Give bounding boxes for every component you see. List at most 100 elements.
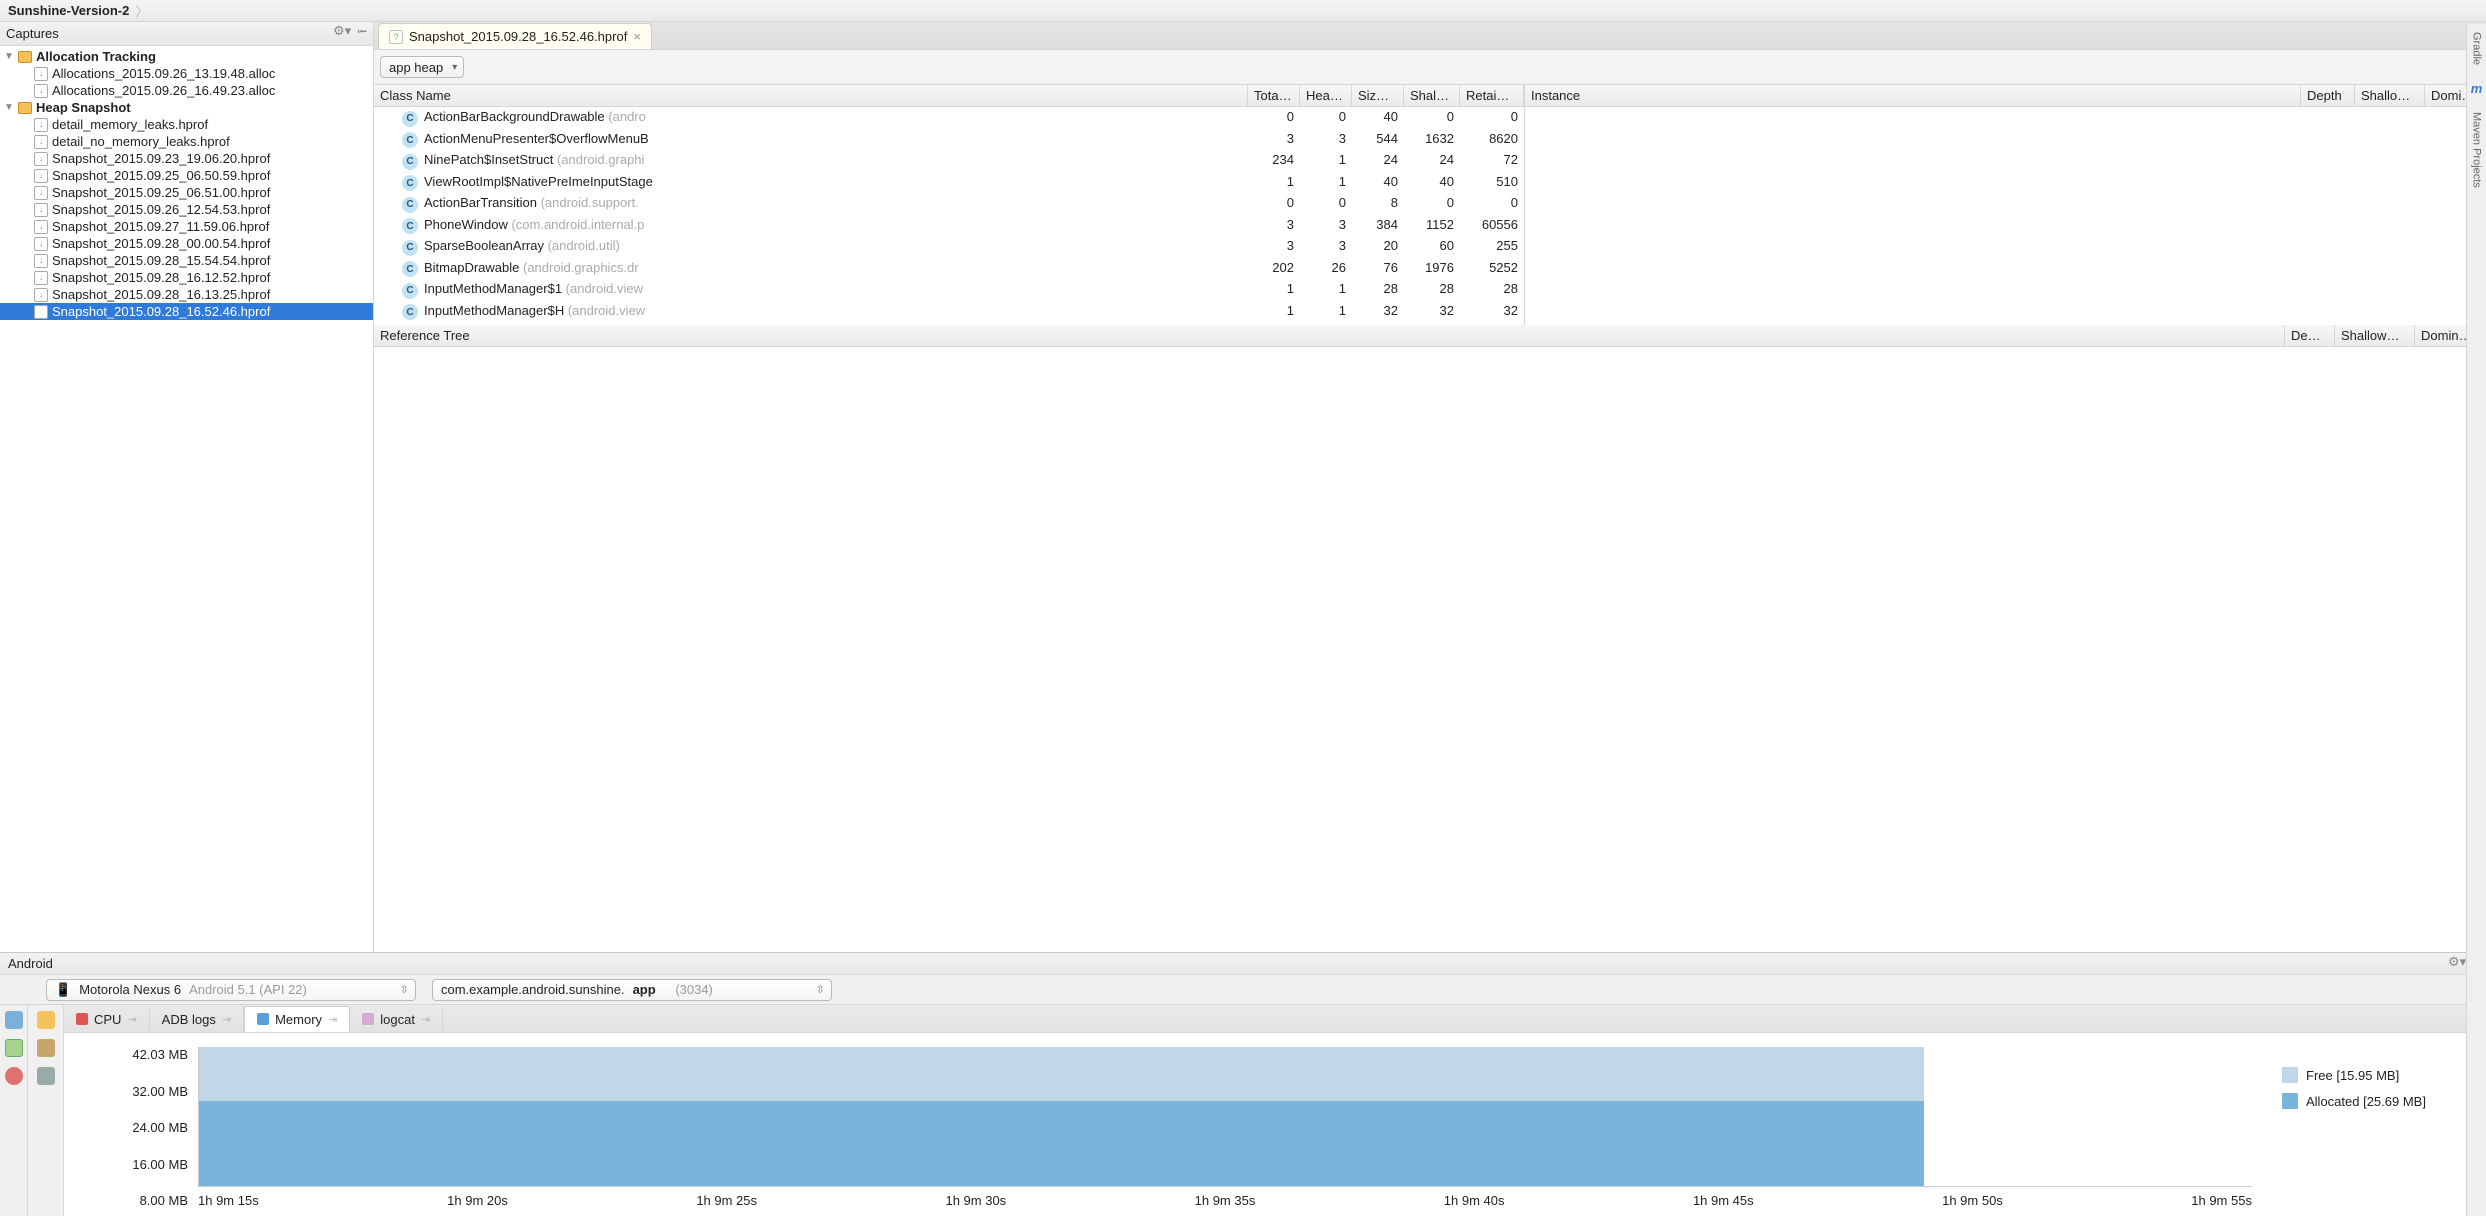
screenshot-icon[interactable]	[5, 1011, 23, 1029]
gear-icon[interactable]: ⚙▾	[2448, 954, 2466, 969]
pin-icon[interactable]: ⇥	[421, 1013, 430, 1026]
captures-panel: Captures ⚙▾ ⭰ ▼Allocation Tracking↓Alloc…	[0, 22, 374, 952]
disclosure-triangle-icon: ▼	[4, 102, 14, 113]
class-table-header[interactable]: Shal…	[1404, 85, 1460, 106]
class-row[interactable]: CNinePatch$InsetStruct (android.graphi23…	[374, 150, 1524, 172]
tree-item[interactable]: ↓Allocations_2015.09.26_16.49.23.alloc	[0, 82, 373, 99]
tree-item[interactable]: ↓Snapshot_2015.09.28_16.12.52.hprof	[0, 269, 373, 286]
right-tool-rail: Gradle m Maven Projects	[2466, 24, 2486, 1216]
tree-item[interactable]: ↓Snapshot_2015.09.26_12.54.53.hprof	[0, 201, 373, 218]
capture-file-icon: ↓	[34, 84, 48, 98]
tree-item[interactable]: ↓Snapshot_2015.09.28_15.54.54.hprof	[0, 252, 373, 269]
device-name: Motorola Nexus 6	[79, 982, 181, 997]
tree-item[interactable]: ↓Allocations_2015.09.26_13.19.48.alloc	[0, 65, 373, 82]
close-tab-icon[interactable]: ×	[633, 29, 641, 44]
monitor-tab-cpu[interactable]: CPU ⇥	[64, 1006, 150, 1032]
editor-area: ? Snapshot_2015.09.28_16.52.46.hprof × a…	[374, 22, 2486, 952]
tree-item[interactable]: ↓Snapshot_2015.09.28_16.52.46.hprof	[0, 303, 373, 320]
heap-selector[interactable]: app heap	[380, 56, 464, 78]
folder-icon	[18, 102, 32, 114]
class-row[interactable]: CInputMethodManager$H (android.view11323…	[374, 301, 1524, 323]
layout-inspector-icon[interactable]	[5, 1039, 23, 1057]
monitor-tab-memory[interactable]: Memory ⇥	[244, 1006, 350, 1032]
class-row[interactable]: CSparseBooleanArray (android.util)332060…	[374, 236, 1524, 258]
heap-selector-value: app heap	[389, 60, 443, 75]
class-table-header[interactable]: Tota…	[1248, 85, 1300, 106]
tree-item[interactable]: ↓Snapshot_2015.09.27_11.59.06.hprof	[0, 218, 373, 235]
class-row[interactable]: CActionMenuPresenter$OverflowMenuB 33544…	[374, 129, 1524, 151]
class-type-icon: C	[402, 261, 418, 277]
class-type-icon: C	[402, 111, 418, 127]
monitor-tab-adb-logs[interactable]: ADB logs ⇥	[150, 1006, 244, 1032]
file-type-icon: ?	[389, 30, 403, 44]
folder-icon	[18, 51, 32, 63]
instance-table-header[interactable]: Instance	[1525, 85, 2301, 106]
dump-java-heap-icon[interactable]	[37, 1039, 55, 1057]
class-table-header[interactable]: Siz…	[1352, 85, 1404, 106]
class-table: Class NameTota…Hea…Siz…Shal…Retai… CActi…	[374, 85, 1525, 325]
hide-panel-icon[interactable]: ⭰	[357, 23, 367, 45]
capture-file-icon: ↓	[34, 254, 48, 268]
capture-file-icon: ↓	[34, 118, 48, 132]
gear-icon[interactable]: ⚙▾	[333, 23, 351, 45]
captures-panel-header: Captures ⚙▾ ⭰	[0, 22, 373, 46]
monitor-tab-icon	[76, 1013, 88, 1025]
breadcrumb-project[interactable]: Sunshine-Version-2	[8, 3, 129, 18]
tree-item[interactable]: ↓detail_memory_leaks.hprof	[0, 116, 373, 133]
editor-tab[interactable]: ? Snapshot_2015.09.28_16.52.46.hprof ×	[378, 23, 652, 49]
editor-tab-label: Snapshot_2015.09.28_16.52.46.hprof	[409, 29, 627, 44]
capture-file-icon: ↓	[34, 271, 48, 285]
ref-tree-header[interactable]: De…	[2285, 325, 2335, 346]
monitor-tab-icon	[257, 1013, 269, 1025]
class-table-header[interactable]: Class Name	[374, 85, 1248, 106]
captures-tree: ▼Allocation Tracking↓Allocations_2015.09…	[0, 46, 373, 952]
device-icon: 📱	[55, 982, 71, 998]
instance-table: InstanceDepthShallo…Domi…	[1525, 85, 2486, 325]
x-tick: 1h 9m 30s	[945, 1193, 1006, 1208]
tree-item[interactable]: ↓Snapshot_2015.09.23_19.06.20.hprof	[0, 150, 373, 167]
reference-tree-table: Reference TreeDe…Shallow…Domin…	[374, 325, 2486, 952]
pin-icon[interactable]: ⇥	[127, 1013, 136, 1026]
maven-tool-button[interactable]: Maven Projects	[2471, 112, 2483, 188]
tree-group-header[interactable]: ▼Allocation Tracking	[0, 48, 373, 65]
tree-item[interactable]: ↓Snapshot_2015.09.28_16.13.25.hprof	[0, 286, 373, 303]
capture-file-icon: ↓	[34, 152, 48, 166]
legend-alloc-swatch	[2282, 1093, 2298, 1109]
instance-table-header[interactable]: Depth	[2301, 85, 2355, 106]
tree-group-header[interactable]: ▼Heap Snapshot	[0, 99, 373, 116]
allocation-tracking-icon[interactable]	[37, 1067, 55, 1085]
chart-allocated-area	[199, 1101, 1924, 1186]
gradle-tool-button[interactable]: Gradle	[2471, 32, 2483, 65]
class-row[interactable]: CBitmapDrawable (android.graphics.dr2022…	[374, 258, 1524, 280]
tree-item[interactable]: ↓Snapshot_2015.09.25_06.51.00.hprof	[0, 184, 373, 201]
legend-free: Free [15.95 MB]	[2282, 1067, 2472, 1083]
x-tick: 1h 9m 55s	[2191, 1193, 2252, 1208]
class-row[interactable]: CActionBarBackgroundDrawable (andro00400…	[374, 107, 1524, 129]
class-row[interactable]: CInputMethodManager$1 (android.view11282…	[374, 279, 1524, 301]
class-row[interactable]: CActionBarTransition (android.support.00…	[374, 193, 1524, 215]
captures-title: Captures	[6, 26, 59, 41]
class-row[interactable]: CViewRootImpl$NativePreImeInputStage 114…	[374, 172, 1524, 194]
class-table-header[interactable]: Hea…	[1300, 85, 1352, 106]
pin-icon[interactable]: ⇥	[328, 1013, 337, 1026]
class-table-header[interactable]: Retai…	[1460, 85, 1524, 106]
ref-tree-header[interactable]: Reference Tree	[374, 325, 2285, 346]
x-tick: 1h 9m 25s	[696, 1193, 757, 1208]
ref-tree-header[interactable]: Shallow…	[2335, 325, 2415, 346]
capture-file-icon: ↓	[34, 135, 48, 149]
class-row[interactable]: CPhoneWindow (com.android.internal.p3338…	[374, 215, 1524, 237]
x-tick: 1h 9m 35s	[1195, 1193, 1256, 1208]
tree-item[interactable]: ↓detail_no_memory_leaks.hprof	[0, 133, 373, 150]
tree-item[interactable]: ↓Snapshot_2015.09.25_06.50.59.hprof	[0, 167, 373, 184]
breadcrumb-separator-icon: 〉	[135, 1, 148, 20]
terminate-icon[interactable]	[5, 1067, 23, 1085]
process-selector[interactable]: com.example.android.sunshine.app (3034)	[432, 979, 832, 1001]
device-selector[interactable]: 📱 Motorola Nexus 6 Android 5.1 (API 22)	[46, 979, 416, 1001]
pin-icon[interactable]: ⇥	[222, 1013, 231, 1026]
class-type-icon: C	[402, 304, 418, 320]
tree-item[interactable]: ↓Snapshot_2015.09.28_00.00.54.hprof	[0, 235, 373, 252]
capture-file-icon: ↓	[34, 288, 48, 302]
instance-table-header[interactable]: Shallo…	[2355, 85, 2425, 106]
monitor-tab-logcat[interactable]: logcat ⇥	[350, 1006, 443, 1032]
gc-icon[interactable]	[37, 1011, 55, 1029]
